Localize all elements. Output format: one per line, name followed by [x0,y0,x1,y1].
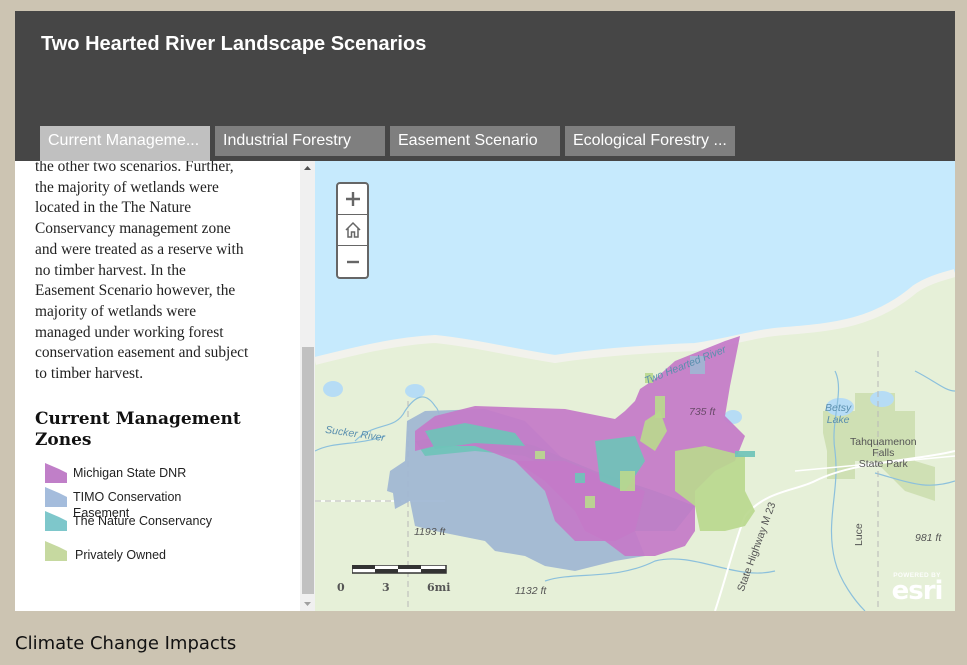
legend: Michigan State DNR TIMO Conservation Eas… [35,462,295,565]
label-betsy-lake-line: Lake [826,414,850,426]
zoom-in-button[interactable] [338,184,367,215]
label-elevation-1132: 1132 ft [515,585,547,597]
side-panel-scrollbar[interactable] [300,161,315,611]
label-betsy-lake-line: Betsy [825,402,852,414]
legend-label: The Nature Conservancy [73,513,212,528]
map-view[interactable]: Two Hearted River Sucker River 735 ft 11… [315,161,955,611]
tab-ecological-forestry[interactable]: Ecological Forestry ... [565,126,735,156]
scrollbar-thumb[interactable] [302,347,314,594]
esri-powered-by: POWERED BY [893,572,941,579]
scroll-up-arrow-icon[interactable] [300,161,315,176]
home-button[interactable] [338,215,367,246]
tab-industrial-forestry[interactable]: Industrial Forestry [215,126,385,156]
home-icon [344,221,361,238]
narrative-line: managed under working forest [35,323,224,341]
tab-current-management[interactable]: Current Manageme... [40,126,210,161]
legend-swatch-icon [45,486,67,507]
zone-private [620,471,635,491]
section-heading-climate-change: Climate Change Impacts [15,633,237,654]
lake [870,391,894,407]
scroll-down-arrow-icon[interactable] [300,596,315,611]
esri-wordmark: esri [891,576,944,606]
zoom-controls [336,182,369,279]
scenario-tabs: Current Manageme... Industrial Forestry … [40,126,735,161]
legend-label: Michigan State DNR [73,465,187,480]
side-panel: the other two scenarios. Further, the ma… [15,161,315,611]
scale-bar [352,565,447,574]
lake [323,381,343,397]
label-betsy-lake: Betsy Lake [825,402,851,426]
zoom-out-button[interactable] [338,246,367,277]
legend-swatch-icon [45,462,67,483]
label-elevation-981: 981 ft [915,532,942,544]
zone-private [585,496,595,508]
plus-icon [345,192,360,206]
legend-swatch-icon [45,510,67,531]
tab-easement-scenario[interactable]: Easement Scenario [390,126,560,156]
legend-item-michigan-dnr: Michigan State DNR [45,462,295,487]
narrative-line: the majority of wetlands were [35,178,219,196]
scale-label-3: 3 [382,581,390,594]
scale-label-0: 0 [337,581,345,594]
narrative-line: majority of wetlands were [35,302,197,320]
legend-title-line: Current Management [35,408,241,429]
narrative-line: the other two scenarios. Further, [35,161,234,175]
narrative-line: to timber harvest. [35,365,144,383]
zone-private [655,396,665,418]
legend-item-nature-conservancy: The Nature Conservancy [45,510,295,541]
app-title: Two Hearted River Landscape Scenarios [41,33,427,55]
zone-tnc [735,451,755,457]
narrative-line: Easement Scenario however, the [35,282,236,300]
narrative-line: Conservancy management zone [35,220,231,238]
label-park-line: State Park [858,458,908,470]
label-luce-county: Luce [853,523,865,546]
legend-title-line: Zones [35,429,92,450]
label-tahquamenon-falls-state-park: Tahquamenon Falls State Park [850,437,917,470]
app-frame: Two Hearted River Landscape Scenarios Cu… [15,11,955,611]
scale-label-6: 6mi [427,581,451,594]
narrative-line: located in the The Nature [35,199,192,217]
lake [405,384,425,398]
legend-title: Current Management Zones [35,409,295,451]
zone-private [535,451,545,459]
narrative-line: conservation easement and subject [35,344,249,362]
esri-logo[interactable]: POWERED BY esri [886,572,948,606]
narrative-line: no timber harvest. In the [35,261,186,279]
legend-label: Privately Owned [75,547,167,562]
zone-tnc [575,473,585,483]
legend-swatch-icon [45,540,67,561]
label-elevation-1193: 1193 ft [414,526,446,538]
side-panel-content: the other two scenarios. Further, the ma… [35,161,295,565]
minus-icon [346,260,359,263]
legend-item-privately-owned: Privately Owned [45,540,295,565]
label-elevation-735: 735 ft [689,406,716,418]
narrative-line: and were treated as a reserve with [35,240,244,258]
narrative-text: the other two scenarios. Further, the ma… [35,161,295,385]
